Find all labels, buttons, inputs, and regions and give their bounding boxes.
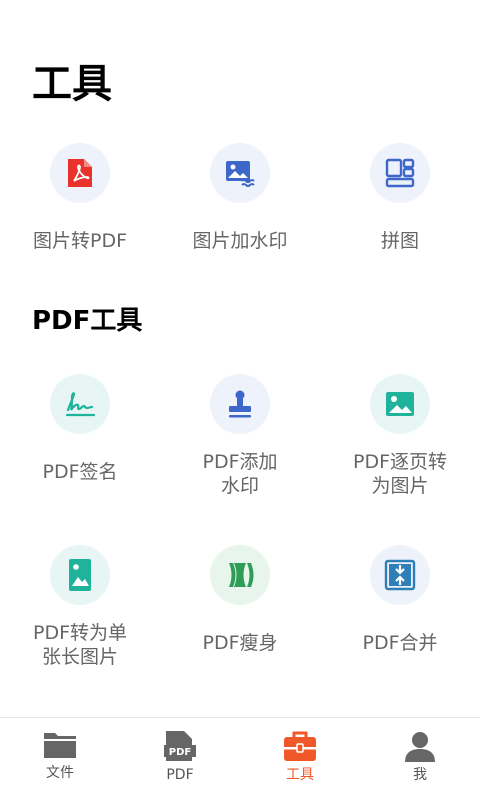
tool-label: 图片转PDF <box>32 230 128 252</box>
tool-pdf-sign[interactable]: PDF签名 <box>0 374 160 484</box>
tab-files[interactable]: 文件 <box>0 718 120 800</box>
tool-pdf-to-long-image[interactable]: PDF转为单张长图片 <box>0 545 160 669</box>
folder-icon <box>44 733 76 758</box>
tool-pdf-compress[interactable]: PDF瘦身 <box>160 545 320 655</box>
tool-collage[interactable]: 拼图 <box>320 143 480 253</box>
tool-label: PDF逐页转为图片 <box>352 451 448 497</box>
tool-image-to-pdf[interactable]: 图片转PDF <box>0 143 160 253</box>
image-icon <box>370 374 430 434</box>
tab-label: 我 <box>413 767 427 783</box>
tab-label: 工具 <box>286 767 314 783</box>
tool-label: PDF瘦身 <box>202 632 278 654</box>
merge-icon <box>370 545 430 605</box>
tool-pdf-to-images[interactable]: PDF逐页转为图片 <box>320 374 480 498</box>
tool-label: PDF添加水印 <box>202 451 278 497</box>
tab-label: 文件 <box>46 765 74 781</box>
svg-text:PDF: PDF <box>169 747 191 758</box>
pdf-file-icon <box>50 143 110 203</box>
image-watermark-icon <box>210 143 270 203</box>
tab-me[interactable]: 我 <box>360 718 480 800</box>
tool-pdf-watermark[interactable]: PDF添加水印 <box>160 374 320 498</box>
page-title: 工具 <box>32 61 112 107</box>
signature-icon <box>50 374 110 434</box>
compress-icon <box>210 545 270 605</box>
pdf-doc-icon: PDF <box>164 731 196 761</box>
tool-label: 拼图 <box>380 230 419 252</box>
tab-pdf[interactable]: PDF PDF <box>120 718 240 800</box>
tool-label: PDF转为单张长图片 <box>32 622 128 668</box>
tab-tools[interactable]: 工具 <box>240 718 360 800</box>
long-image-icon <box>50 545 110 605</box>
bottom-tab-bar: 文件 PDF PDF 工具 我 <box>0 717 480 800</box>
tool-image-watermark[interactable]: 图片加水印 <box>160 143 320 253</box>
toolbox-icon <box>284 731 316 761</box>
user-icon <box>405 732 435 762</box>
collage-icon <box>370 143 430 203</box>
tool-label: PDF签名 <box>42 461 118 483</box>
tool-label: PDF合并 <box>362 632 438 654</box>
stamp-icon <box>210 374 270 434</box>
tool-pdf-merge[interactable]: PDF合并 <box>320 545 480 655</box>
section-title: PDF工具 <box>32 306 143 336</box>
tab-label: PDF <box>166 767 194 783</box>
tool-label: 图片加水印 <box>192 230 288 252</box>
